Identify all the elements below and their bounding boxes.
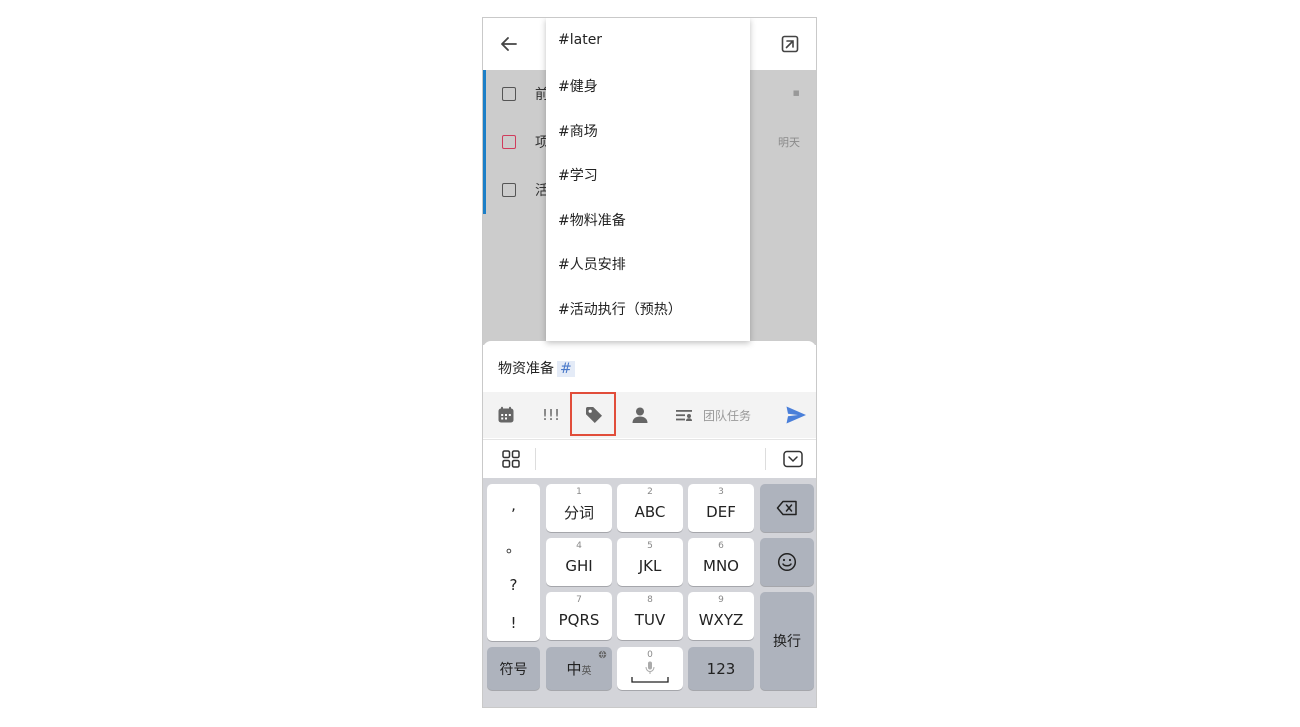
tag-dropdown: #later #健身 #商场 #学习 #物料准备 #人员安排 #活动执行（预热）	[546, 18, 750, 341]
language-key-label: 中英	[566, 658, 591, 679]
key-8[interactable]: 8 TUV	[617, 592, 683, 640]
key-number: 8	[647, 595, 653, 605]
list-icon[interactable]	[673, 402, 695, 428]
tag-option[interactable]: #物料准备	[558, 210, 626, 230]
key-label: 分词	[563, 503, 594, 522]
project-color-bar	[483, 166, 486, 214]
keyboard: , 。 ? ! 1 分词 2 ABC 3 DEF 4 GHI 5 JKL 6 M…	[483, 478, 816, 707]
task-checkbox[interactable]	[502, 135, 516, 149]
phone-screen: 前 ▪ 项 明天 活 #later #健身 #商场 #学习 #物料准备 #人员安…	[482, 17, 817, 708]
team-task-label[interactable]: 团队任务	[699, 402, 755, 428]
punctuation-column[interactable]: , 。 ? !	[487, 484, 540, 641]
key-number: 3	[718, 487, 724, 497]
key-1[interactable]: 1 分词	[546, 484, 612, 532]
note-icon: ▪	[792, 86, 800, 99]
key-2[interactable]: 2 ABC	[617, 484, 683, 532]
key-3[interactable]: 3 DEF	[688, 484, 754, 532]
project-color-bar	[483, 70, 486, 118]
key-label: JKL	[638, 557, 662, 575]
task-input[interactable]: 物资准备 #	[498, 358, 575, 378]
key-label: DEF	[706, 503, 736, 521]
tag-option[interactable]: #活动执行（预热）	[558, 299, 682, 319]
key-number: 5	[647, 541, 653, 551]
symbols-key-label: 符号	[499, 661, 528, 678]
collapse-keyboard-icon[interactable]	[782, 449, 804, 469]
space-key[interactable]: 0	[617, 647, 683, 690]
key-number: 2	[647, 487, 653, 497]
task-due-date: 明天	[778, 136, 800, 149]
tag-option[interactable]: #健身	[558, 76, 598, 96]
numbers-key-label: 123	[706, 659, 736, 678]
task-checkbox[interactable]	[502, 183, 516, 197]
project-color-bar	[483, 118, 486, 166]
key-label: WXYZ	[698, 611, 744, 629]
key-label: GHI	[565, 557, 593, 575]
task-checkbox[interactable]	[502, 87, 516, 101]
language-key[interactable]: 中英	[546, 647, 612, 690]
punct-key[interactable]: ?	[487, 576, 540, 594]
divider	[765, 448, 766, 470]
assignee-icon[interactable]	[629, 402, 651, 428]
key-number: 1	[576, 487, 582, 497]
key-label: MNO	[703, 557, 739, 575]
emoji-key[interactable]	[760, 538, 814, 586]
key-label: ABC	[634, 503, 666, 521]
numbers-key[interactable]: 123	[688, 647, 754, 690]
emoji-icon	[777, 552, 797, 572]
enter-key[interactable]: 换行	[760, 592, 814, 690]
space-bar-icon	[631, 677, 669, 683]
task-toolbar: !!! 团队任务	[483, 392, 816, 438]
calendar-icon[interactable]	[495, 402, 517, 428]
key-label: PQRS	[558, 611, 600, 629]
lang-primary: 中	[566, 660, 582, 678]
priority-button[interactable]: !!!	[539, 402, 563, 428]
key-6[interactable]: 6 MNO	[688, 538, 754, 586]
key-label: TUV	[634, 611, 666, 629]
keyboard-toolbar	[483, 439, 816, 478]
expand-icon[interactable]	[778, 32, 802, 56]
key-number: 6	[718, 541, 724, 551]
globe-icon	[598, 650, 607, 659]
key-4[interactable]: 4 GHI	[546, 538, 612, 586]
divider	[535, 448, 536, 470]
grid-icon[interactable]	[501, 449, 521, 469]
arrow-left-icon[interactable]	[497, 32, 521, 56]
send-icon[interactable]	[783, 402, 809, 428]
symbols-key[interactable]: 符号	[487, 647, 540, 690]
microphone-icon	[645, 661, 655, 674]
key-9[interactable]: 9 WXYZ	[688, 592, 754, 640]
enter-key-label: 换行	[773, 634, 801, 650]
tag-icon[interactable]	[583, 402, 605, 428]
punct-key[interactable]: ,	[487, 496, 540, 514]
key-number: 7	[576, 595, 582, 605]
backspace-key[interactable]	[760, 484, 814, 532]
backspace-icon	[776, 500, 797, 516]
tag-option[interactable]: #later	[558, 32, 602, 48]
tag-option[interactable]: #学习	[558, 165, 598, 185]
key-7[interactable]: 7 PQRS	[546, 592, 612, 640]
lang-secondary: 英	[581, 666, 592, 677]
punct-key[interactable]: !	[487, 614, 540, 632]
hash-token: #	[557, 361, 575, 377]
key-number: 0	[647, 650, 653, 660]
key-number: 4	[576, 541, 582, 551]
key-number: 9	[718, 595, 724, 605]
key-5[interactable]: 5 JKL	[617, 538, 683, 586]
tag-option[interactable]: #人员安排	[558, 254, 626, 274]
tag-option[interactable]: #商场	[558, 121, 598, 141]
punct-key[interactable]: 。	[487, 536, 540, 557]
task-input-panel: 物资准备 # !!! 团队任务	[483, 341, 816, 439]
task-input-text: 物资准备	[498, 361, 554, 377]
